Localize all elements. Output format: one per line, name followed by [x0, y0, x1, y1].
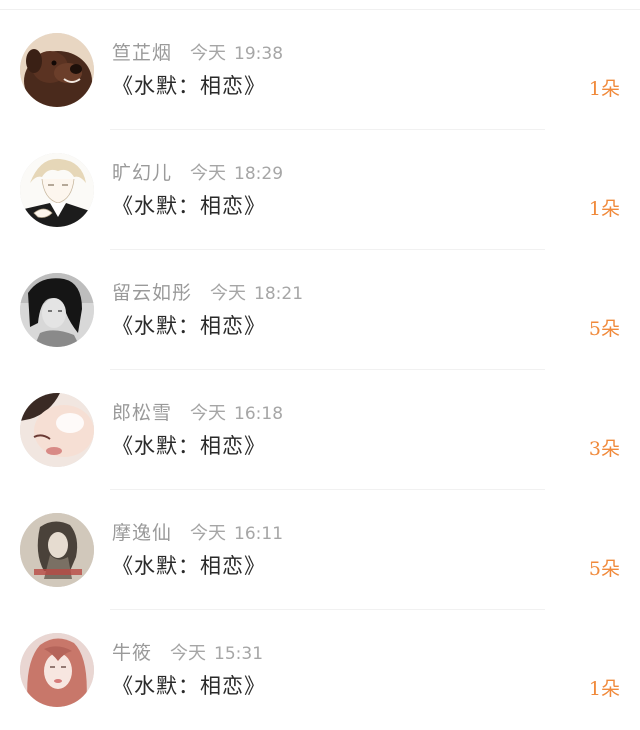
avatar-brown-dog[interactable] — [20, 33, 94, 107]
message-day: 今天 — [190, 163, 227, 184]
message-time: 18:21 — [254, 284, 304, 304]
message-day: 今天 — [190, 403, 227, 424]
message-day: 今天 — [190, 43, 227, 64]
list-item[interactable]: 郎松雪 今天 16:18 《水默：相恋》 3朵 — [0, 370, 640, 490]
avatar-pink-hair-girl[interactable] — [20, 633, 94, 707]
gift-message-list: 笪芷烟 今天 19:38 《水默：相恋》 1朵 旷幻儿 今天 18:29 《水默… — [0, 10, 640, 730]
list-item[interactable]: 旷幻儿 今天 18:29 《水默：相恋》 1朵 — [0, 130, 640, 250]
list-item[interactable]: 留云如彤 今天 18:21 《水默：相恋》 5朵 — [0, 250, 640, 370]
avatar-closeup-face[interactable] — [20, 393, 94, 467]
message-text: 《水默：相恋》 — [112, 74, 266, 98]
avatar-vintage-photo[interactable] — [20, 513, 94, 587]
gift-count: 5朵 — [588, 558, 620, 580]
message-text: 《水默：相恋》 — [112, 554, 266, 578]
message-meta: 留云如彤 今天 18:21 — [112, 278, 303, 306]
list-item[interactable]: 笪芷烟 今天 19:38 《水默：相恋》 1朵 — [0, 10, 640, 130]
avatar-anime-boy[interactable] — [20, 153, 94, 227]
sender-name[interactable]: 笪芷烟 — [112, 38, 172, 65]
message-time: 16:11 — [234, 524, 284, 544]
sender-name[interactable]: 摩逸仙 — [112, 518, 172, 545]
message-day: 今天 — [190, 523, 227, 544]
list-item[interactable]: 牛筱 今天 15:31 《水默：相恋》 1朵 — [0, 610, 640, 730]
message-day: 今天 — [170, 643, 207, 664]
list-item[interactable]: 摩逸仙 今天 16:11 《水默：相恋》 5朵 — [0, 490, 640, 610]
sender-name[interactable]: 留云如彤 — [112, 278, 192, 305]
message-text: 《水默：相恋》 — [112, 194, 266, 218]
message-meta: 摩逸仙 今天 16:11 — [112, 518, 283, 546]
message-meta: 牛筱 今天 15:31 — [112, 638, 263, 666]
gift-count: 3朵 — [588, 438, 620, 460]
message-time: 16:18 — [234, 404, 284, 424]
message-meta: 郎松雪 今天 16:18 — [112, 398, 283, 426]
gift-count: 5朵 — [588, 318, 620, 340]
message-day: 今天 — [210, 283, 247, 304]
sender-name[interactable]: 郎松雪 — [112, 398, 172, 425]
message-text: 《水默：相恋》 — [112, 674, 266, 698]
message-time: 18:29 — [234, 164, 284, 184]
message-text: 《水默：相恋》 — [112, 314, 266, 338]
message-text: 《水默：相恋》 — [112, 434, 266, 458]
gift-count: 1朵 — [588, 78, 620, 100]
sender-name[interactable]: 旷幻儿 — [112, 158, 172, 185]
message-time: 15:31 — [214, 644, 264, 664]
message-meta: 笪芷烟 今天 19:38 — [112, 38, 283, 66]
gift-count: 1朵 — [588, 198, 620, 220]
gift-count: 1朵 — [588, 678, 620, 700]
sender-name[interactable]: 牛筱 — [112, 638, 152, 665]
message-meta: 旷幻儿 今天 18:29 — [112, 158, 283, 186]
avatar-bw-girl[interactable] — [20, 273, 94, 347]
message-time: 19:38 — [234, 44, 284, 64]
